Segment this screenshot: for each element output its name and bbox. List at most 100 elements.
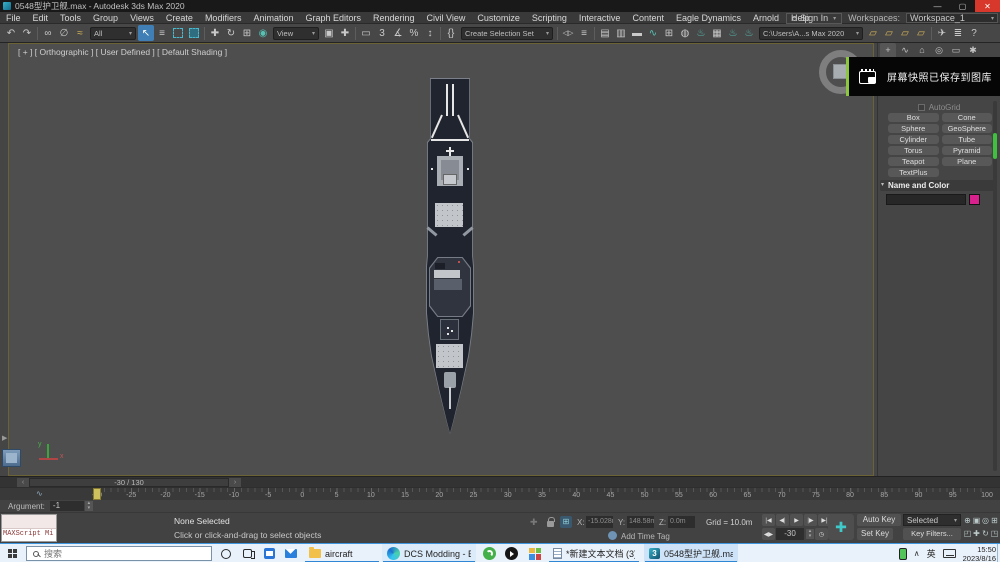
media-player-button[interactable] — [500, 544, 522, 562]
zoom-extents-icon[interactable]: ◎ — [981, 514, 990, 527]
menu-edit[interactable]: Edit — [27, 13, 55, 23]
set-key-button[interactable]: Set Key — [857, 528, 893, 540]
z-coordinate-field[interactable]: 0.0m — [668, 516, 695, 528]
ship-model[interactable] — [425, 78, 475, 434]
auto-key-button[interactable]: Auto Key — [857, 514, 901, 526]
cortana-button[interactable] — [216, 544, 236, 562]
timeline-playhead[interactable] — [93, 488, 101, 500]
object-color-swatch[interactable] — [969, 194, 980, 205]
menu-graph-editors[interactable]: Graph Editors — [299, 13, 367, 23]
taskbar-app-dcs-modding[interactable]: DCS Modding - E... — [382, 544, 476, 562]
zoom-region-icon[interactable]: ◰ — [963, 527, 972, 540]
redo-icon[interactable]: ↷ — [19, 25, 35, 41]
key-mode-toggle[interactable]: ◀▶ — [762, 528, 775, 540]
mini-curve-editor-icon[interactable]: ∿ — [36, 489, 43, 498]
misc-app-button[interactable] — [524, 544, 546, 562]
tab-display-icon[interactable]: ▭ — [948, 43, 964, 57]
help-icon[interactable]: ? — [966, 25, 982, 41]
taskbar-search[interactable] — [26, 546, 212, 561]
absolute-mode-toggle-icon[interactable]: ⊞ — [560, 516, 572, 528]
phone-status-icon[interactable] — [898, 547, 907, 560]
select-and-move-icon[interactable]: ✚ — [207, 25, 223, 41]
add-time-tag[interactable]: Add Time Tag — [621, 532, 670, 541]
unlink-selection-icon[interactable]: ∅ — [56, 25, 72, 41]
current-frame-field[interactable]: -30 — [776, 528, 804, 540]
bind-to-space-warp-icon[interactable]: ≈ — [72, 25, 88, 41]
render-production-icon[interactable]: ♨ — [725, 25, 741, 41]
create-torus-button[interactable]: Torus — [888, 146, 939, 155]
menu-tools[interactable]: Tools — [54, 13, 87, 23]
orbit-icon[interactable]: ↻ — [981, 527, 990, 540]
browser-360-button[interactable] — [478, 544, 500, 562]
select-object-icon[interactable]: ↖ — [138, 25, 154, 41]
create-geosphere-button[interactable]: GeoSphere — [941, 124, 992, 133]
key-filters-button[interactable]: Key Filters... — [903, 528, 961, 540]
selection-filter-dropdown[interactable]: All ▾ — [90, 26, 136, 40]
previous-frame-button[interactable]: ◀| — [776, 514, 789, 526]
named-selection-sets-icon[interactable]: {} — [443, 25, 459, 41]
align-icon[interactable]: ≡ — [576, 25, 592, 41]
argument-spinner[interactable]: ▴ ▾ — [84, 501, 93, 511]
screenshot-notification[interactable]: 屏幕快照已保存到图库 — [846, 57, 1000, 96]
create-sphere-button[interactable]: Sphere — [888, 124, 939, 133]
select-and-scale-icon[interactable]: ⊞ — [239, 25, 255, 41]
use-pivot-center-icon[interactable]: ▣ — [321, 25, 337, 41]
reference-coordinate-dropdown[interactable]: View ▾ — [273, 26, 319, 40]
zoom-all-icon[interactable]: ▣ — [972, 514, 981, 527]
render-setup-icon[interactable]: ♨ — [693, 25, 709, 41]
minimize-button[interactable]: — — [925, 0, 950, 12]
curve-editor-icon[interactable]: ∿ — [645, 25, 661, 41]
tab-modify-icon[interactable]: ∿ — [897, 43, 913, 57]
select-by-name-icon[interactable]: ≡ — [154, 25, 170, 41]
create-cylinder-button[interactable]: Cylinder — [888, 135, 939, 144]
viewport[interactable]: [ + ] [ Orthographic ] [ User Defined ] … — [8, 43, 874, 476]
tab-create-icon[interactable]: + — [880, 43, 896, 57]
select-and-rotate-icon[interactable]: ↻ — [223, 25, 239, 41]
time-configuration-button[interactable]: ◷ — [815, 528, 828, 540]
spinner-snap-icon[interactable]: ↕ — [422, 25, 438, 41]
viewport-label[interactable]: [ + ] [ Orthographic ] [ User Defined ] … — [18, 47, 227, 57]
hidden-icons-chevron[interactable]: ∧ — [914, 549, 920, 558]
maxscript-mini-listener[interactable]: MAXScript Mi — [1, 514, 57, 542]
create-cone-button[interactable]: Cone — [941, 113, 992, 122]
zoom-extents-all-icon[interactable]: ⊞ — [990, 514, 999, 527]
asset-library-icon[interactable]: ▱ — [865, 25, 881, 41]
tab-hierarchy-icon[interactable]: ⌂ — [914, 43, 930, 57]
menu-content[interactable]: Content — [626, 13, 670, 23]
sign-in-button[interactable]: Sign In ▾ — [786, 12, 843, 24]
panel-scrollbar-thumb[interactable] — [993, 133, 997, 159]
mail-button[interactable] — [280, 544, 302, 562]
timeline-ruler[interactable]: ∿ -30-25-20-15-10-5051015202530354045505… — [0, 487, 1000, 500]
project-folder-dropdown[interactable]: C:\Users\A...s Max 2020 ▾ — [759, 26, 863, 40]
tab-utilities-icon[interactable]: ✱ — [965, 43, 981, 57]
create-selection-set-dropdown[interactable]: Create Selection Set ▾ — [461, 26, 553, 40]
touch-keyboard-icon[interactable] — [942, 549, 956, 558]
menu-modifiers[interactable]: Modifiers — [199, 13, 248, 23]
menu-scripting[interactable]: Scripting — [526, 13, 573, 23]
argument-field[interactable]: -1 — [49, 501, 84, 511]
window-crossing-icon[interactable] — [186, 25, 202, 41]
schematic-view-icon[interactable]: ⊞ — [661, 25, 677, 41]
ribbon-toggle-icon[interactable]: ▬ — [629, 25, 645, 41]
taskbar-app-aircraft[interactable]: aircraft — [304, 544, 380, 562]
taskbar-clock[interactable]: 15:50 2023/8/16 — [963, 545, 996, 562]
layer-explorer-icon[interactable]: ▥ — [613, 25, 629, 41]
mirror-icon[interactable]: ◁▷ — [560, 25, 576, 41]
create-textplus-button[interactable]: TextPlus — [888, 168, 939, 177]
menu-interactive[interactable]: Interactive — [573, 13, 627, 23]
frame-forward-button[interactable]: › — [229, 478, 241, 487]
snap-toggle-icon[interactable]: 3 — [374, 25, 390, 41]
tab-motion-icon[interactable]: ◎ — [931, 43, 947, 57]
create-teapot-button[interactable]: Teapot — [888, 157, 939, 166]
selection-region-icon[interactable] — [170, 25, 186, 41]
key-selection-dropdown[interactable]: Selected ▾ — [903, 514, 961, 526]
menu-views[interactable]: Views — [124, 13, 160, 23]
create-pyramid-button[interactable]: Pyramid — [941, 146, 992, 155]
menu-customize[interactable]: Customize — [471, 13, 526, 23]
search-input[interactable] — [44, 548, 184, 559]
open-folder-icon[interactable]: ▱ — [881, 25, 897, 41]
pan-icon[interactable]: ✚ — [972, 527, 981, 540]
autogrid-checkbox[interactable] — [917, 104, 925, 111]
taskbar-app-notepad[interactable]: *新建文本文档 (3).t... — [548, 544, 640, 562]
frame-back-button[interactable]: ‹ — [17, 478, 29, 487]
